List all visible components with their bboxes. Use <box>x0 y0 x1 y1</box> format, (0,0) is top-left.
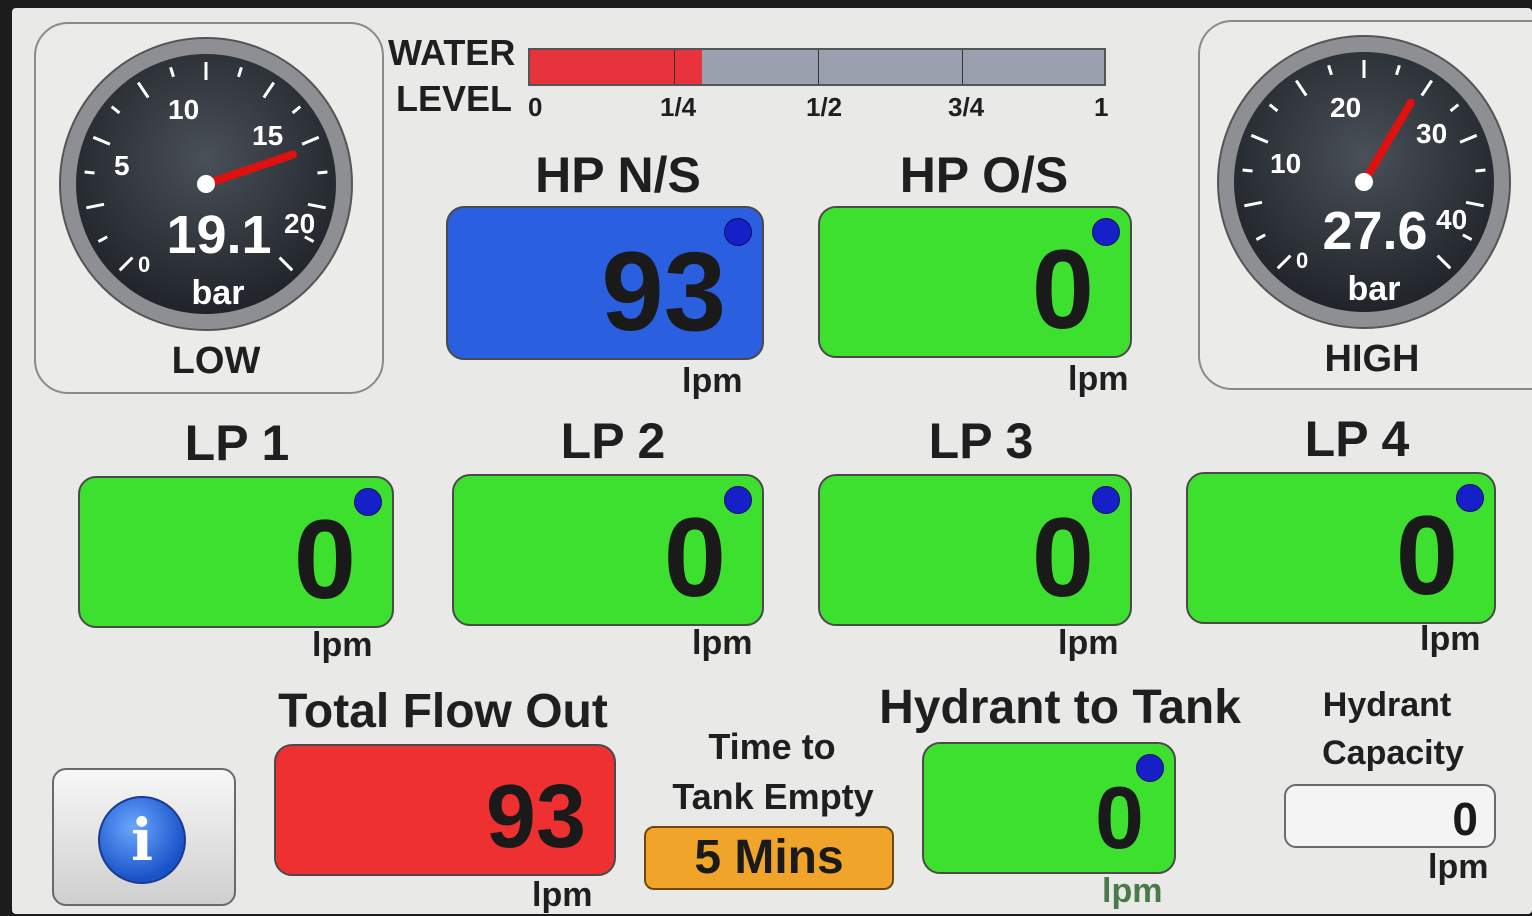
hydrant-to-tank-value: 0 <box>1095 768 1144 867</box>
gauge-tick-mark <box>1242 168 1253 173</box>
lp2-status-dot <box>724 486 752 514</box>
info-button[interactable]: i <box>52 768 236 906</box>
total-flow-box: 93 <box>274 744 616 876</box>
hydrant-to-tank-box[interactable]: 0 <box>922 742 1176 874</box>
hydrant-to-tank-title: Hydrant to Tank <box>879 681 1241 734</box>
hp-os-unit: lpm <box>1068 360 1129 398</box>
low-gauge-tick-20: 20 <box>284 208 316 239</box>
time-to-empty-line1: Time to <box>708 726 836 767</box>
total-flow-value: 93 <box>485 767 586 867</box>
high-gauge-unit: bar <box>1347 270 1401 308</box>
hydrant-capacity-line1: Hydrant <box>1322 686 1452 724</box>
hp-ns-flow-box[interactable]: 93 <box>446 206 764 360</box>
hydrant-capacity-field[interactable]: 0 <box>1284 784 1496 848</box>
lp1-title: LP 1 <box>184 415 290 471</box>
high-gauge-zero: 0 <box>1296 248 1309 273</box>
high-gauge-tick-40: 40 <box>1436 204 1468 235</box>
hydrant-capacity-value: 0 <box>1452 793 1478 845</box>
lp4-status-dot <box>1456 484 1484 512</box>
hp-ns-value: 93 <box>601 229 726 354</box>
low-gauge-value: 19.1 <box>166 205 272 265</box>
gauge-tick-mark <box>317 170 328 175</box>
hp-ns-title: HP N/S <box>535 147 701 203</box>
hp-os-title: HP O/S <box>899 147 1069 203</box>
total-flow-title: Total Flow Out <box>278 685 608 738</box>
water-level-label-line1: WATER <box>388 32 516 73</box>
lp1-flow-box[interactable]: 0 <box>78 476 394 628</box>
water-level-tick-three-quarter: 3/4 <box>948 92 985 122</box>
water-level-bar <box>528 48 1106 86</box>
low-gauge-label: LOW <box>171 340 261 382</box>
lp3-flow-box[interactable]: 0 <box>818 474 1132 626</box>
lp2-title: LP 2 <box>560 413 666 469</box>
hp-os-flow-box[interactable]: 0 <box>818 206 1132 358</box>
low-gauge-tick-15: 15 <box>252 120 284 151</box>
hydrant-to-tank-unit: lpm <box>1102 872 1163 910</box>
lp1-unit: lpm <box>312 626 373 664</box>
time-to-empty-value: 5 Mins <box>644 826 894 890</box>
gauge-tick-mark <box>1475 168 1486 173</box>
hp-ns-unit: lpm <box>682 362 743 400</box>
lp1-value: 0 <box>293 497 356 622</box>
high-gauge-tick-10: 10 <box>1270 148 1302 179</box>
lp4-title: LP 4 <box>1304 411 1410 467</box>
low-gauge-panel: 5 10 15 20 0 19.1 bar LOW <box>34 22 384 394</box>
low-gauge-tick-10: 10 <box>168 94 200 125</box>
water-level-tick-half: 1/2 <box>806 92 843 122</box>
high-gauge-tick-20: 20 <box>1330 92 1362 123</box>
low-gauge-zero: 0 <box>138 252 151 277</box>
water-level-tick-full: 1 <box>1094 92 1109 122</box>
water-level-label-line2: LEVEL <box>396 78 513 119</box>
hp-os-value: 0 <box>1031 227 1094 352</box>
water-level-tick-0: 0 <box>528 92 543 122</box>
lp4-flow-box[interactable]: 0 <box>1186 472 1496 624</box>
lp3-unit: lpm <box>1058 624 1119 662</box>
high-gauge-label: HIGH <box>1324 338 1420 380</box>
water-level-fill <box>530 50 703 84</box>
gauge-tick-mark <box>84 170 95 175</box>
lp3-title: LP 3 <box>928 413 1034 469</box>
info-icon: i <box>98 796 186 884</box>
lp3-value: 0 <box>1031 495 1094 620</box>
lp4-value: 0 <box>1395 493 1458 618</box>
high-gauge-value: 27.6 <box>1322 201 1428 261</box>
lp3-status-dot <box>1092 486 1120 514</box>
time-to-empty-line2: Tank Empty <box>672 776 874 817</box>
hydrant-capacity-unit: lpm <box>1428 848 1489 886</box>
hp-ns-status-dot <box>724 218 752 246</box>
total-flow-unit: lpm <box>532 876 593 914</box>
high-gauge-panel: 10 20 30 40 0 27.6 bar HIGH <box>1198 20 1532 390</box>
control-screen: 5 10 15 20 0 19.1 bar LOW 10 20 30 40 0 <box>12 8 1532 914</box>
hp-os-status-dot <box>1092 218 1120 246</box>
low-gauge-unit: bar <box>191 274 245 312</box>
lp2-unit: lpm <box>692 624 753 662</box>
low-gauge-tick-5: 5 <box>114 150 130 181</box>
lp2-flow-box[interactable]: 0 <box>452 474 764 626</box>
lp1-status-dot <box>354 488 382 516</box>
lp4-unit: lpm <box>1420 620 1481 658</box>
hydrant-capacity-line2: Capacity <box>1322 734 1464 772</box>
lp2-value: 0 <box>663 495 726 620</box>
water-level-tick-quarter: 1/4 <box>660 92 697 122</box>
high-gauge-tick-30: 30 <box>1416 118 1448 149</box>
